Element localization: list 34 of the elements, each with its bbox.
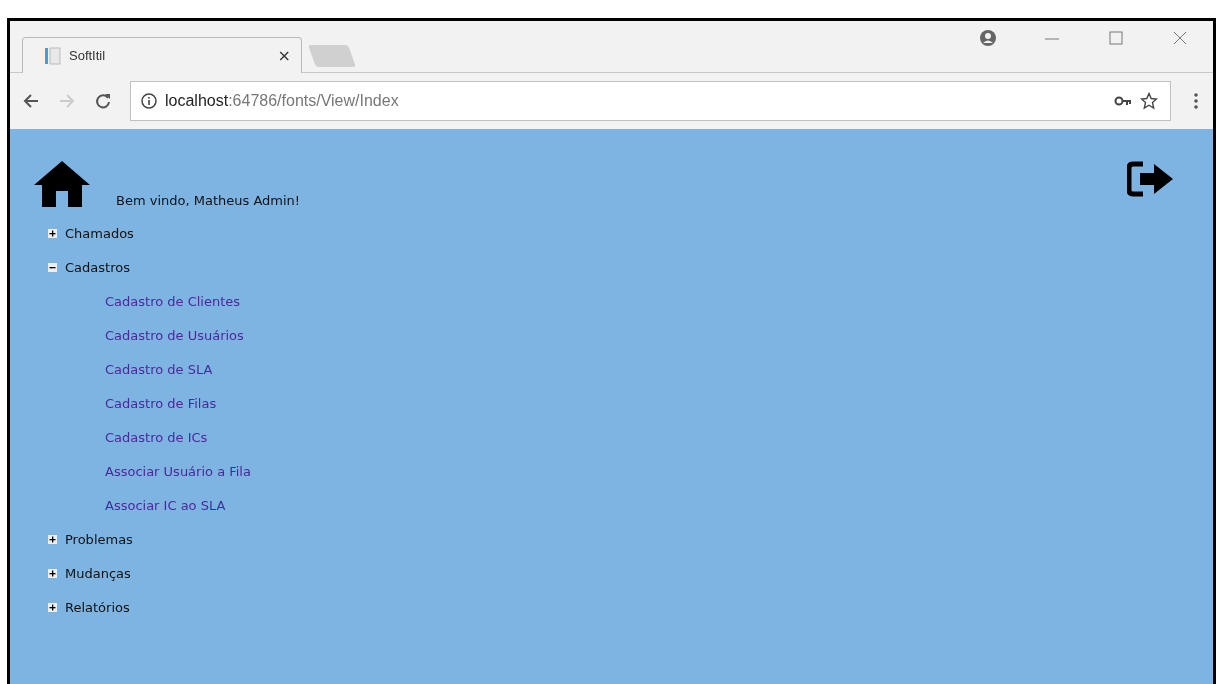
tab-title: SoftItil: [69, 48, 107, 63]
close-tab-button[interactable]: ×: [277, 46, 291, 65]
info-icon: [141, 93, 157, 109]
expand-toggle[interactable]: [48, 602, 57, 612]
address-bar[interactable]: localhost:64786/fonts/View/Index: [130, 81, 1171, 121]
menu-item[interactable]: Problemas: [65, 531, 133, 547]
submenu-link[interactable]: Associar Usuário a Fila: [48, 454, 251, 488]
submenu-link[interactable]: Cadastro de SLA: [48, 352, 213, 386]
expand-toggle[interactable]: [48, 534, 57, 544]
submenu-link[interactable]: Cadastro de Filas: [48, 386, 217, 420]
profile-icon[interactable]: [979, 29, 997, 47]
welcome-text: Bem vindo, Matheus Admin!: [116, 193, 301, 208]
key-icon[interactable]: [1114, 95, 1132, 107]
close-icon[interactable]: [1171, 29, 1189, 47]
menu-item[interactable]: Chamados: [65, 225, 134, 241]
menu-icon[interactable]: [1193, 92, 1199, 110]
expand-toggle[interactable]: [48, 568, 57, 578]
reload-icon[interactable]: [94, 92, 112, 110]
star-icon[interactable]: [1140, 92, 1158, 110]
submenu-link[interactable]: Cadastro de Usuários: [48, 318, 244, 352]
submenu-link[interactable]: Associar IC ao SLA: [48, 488, 226, 522]
menu-item[interactable]: Mudanças: [65, 565, 131, 581]
home-icon[interactable]: [34, 161, 90, 207]
expand-toggle[interactable]: [48, 262, 57, 272]
page-icon: [45, 46, 61, 65]
logout-icon[interactable]: [1127, 161, 1175, 197]
submenu-link[interactable]: Cadastro de ICs: [48, 420, 208, 454]
url-text: localhost:64786/fonts/View/Index: [165, 92, 399, 110]
browser-tab[interactable]: SoftItil ×: [22, 37, 302, 73]
submenu-link[interactable]: Cadastro de Clientes: [48, 284, 241, 318]
expand-toggle[interactable]: [48, 228, 57, 238]
menu-item[interactable]: Relatórios: [65, 599, 130, 615]
menu-item[interactable]: Cadastros: [65, 259, 130, 275]
back-arrow-icon[interactable]: [22, 92, 40, 110]
